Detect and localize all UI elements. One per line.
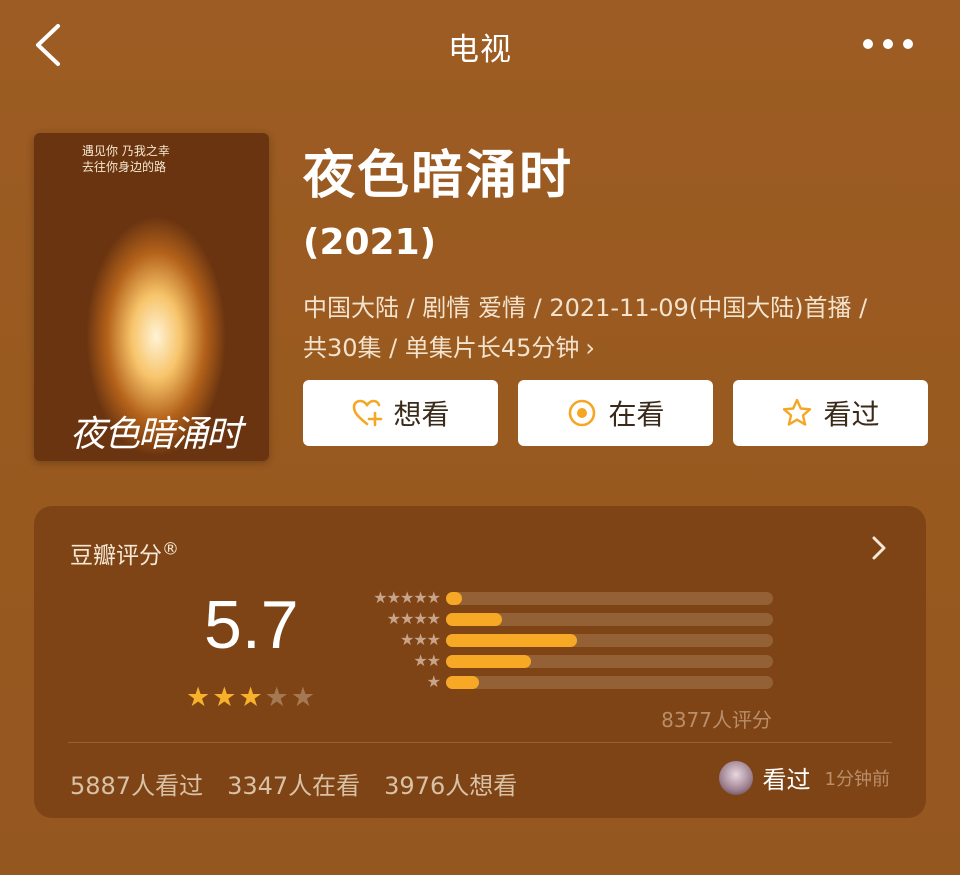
distribution-bar-track xyxy=(446,655,773,668)
heart-plus-icon xyxy=(353,399,383,427)
distribution-bar-fill xyxy=(446,676,479,689)
star-outline-icon xyxy=(783,398,812,426)
watching-button[interactable]: 在看 xyxy=(518,380,713,446)
rating-score: 5.7 xyxy=(204,587,299,663)
show-title: 夜色暗涌时 xyxy=(303,146,574,206)
show-meta-line-2: 共30集 / 单集片长45分钟 xyxy=(303,334,580,362)
recent-label: 看过 xyxy=(762,766,811,794)
distribution-row: ★★★★★ xyxy=(352,588,782,609)
watching-button-label: 在看 xyxy=(608,398,665,431)
avatar xyxy=(718,760,753,795)
stat-watched[interactable]: 5887人看过 xyxy=(70,766,203,801)
distribution-row: ★★★★ xyxy=(352,609,782,630)
rating-count: 8377人评分 xyxy=(661,708,772,732)
action-buttons: 想看 在看 看过 xyxy=(303,380,928,446)
star-icon: ★ xyxy=(212,682,237,713)
rating-card[interactable]: 豆瓣评分® 5.7 ★ ★ ★ ★ ★ ★★★★★ ★★★★ ★★★ ★★ ★ 8377人评分 … xyxy=(34,506,926,818)
want-button-label: 想看 xyxy=(393,398,450,431)
distribution-bar-fill xyxy=(446,592,463,605)
registered-mark: ® xyxy=(162,539,179,560)
distribution-bar-track xyxy=(446,592,773,605)
want-button[interactable]: 想看 xyxy=(303,380,498,446)
page-title: 电视 xyxy=(448,32,512,68)
stat-watching[interactable]: 3347人在看 xyxy=(227,766,360,801)
divider xyxy=(68,742,892,743)
star-icon: ★ xyxy=(186,682,211,713)
distribution-row: ★ xyxy=(352,672,782,693)
poster-image[interactable]: 遇见你 乃我之幸 去往你身边的路 夜色暗涌时 xyxy=(34,133,269,461)
show-meta-line-2-wrap: 共30集 / 单集片长45分钟 › xyxy=(303,328,933,368)
chevron-right-icon[interactable] xyxy=(868,534,890,562)
distribution-row: ★★ xyxy=(352,651,782,672)
poster-tagline: 遇见你 乃我之幸 去往你身边的路 xyxy=(82,143,170,175)
distribution-bar-fill xyxy=(446,634,577,647)
show-info: 夜色暗涌时 (2021) 中国大陆 / 剧情 爱情 / 2021-11-09(中… xyxy=(303,140,943,368)
poster-tagline-line-2: 去往你身边的路 xyxy=(82,160,167,174)
distribution-bar-fill xyxy=(446,655,532,668)
distribution-stars: ★★★★ xyxy=(386,609,441,628)
distribution-bar-track xyxy=(446,676,773,689)
recent-time: 1分钟前 xyxy=(824,768,890,790)
recent-activity[interactable]: 看过 1分钟前 xyxy=(718,760,890,795)
stats-row: 5887人看过 3347人在看 3976人想看 xyxy=(70,766,517,801)
rating-stars: ★ ★ ★ ★ ★ xyxy=(186,684,315,712)
watched-button[interactable]: 看过 xyxy=(733,380,928,446)
show-meta[interactable]: 中国大陆 / 剧情 爱情 / 2021-11-09(中国大陆)首播 / 共30集… xyxy=(303,288,933,368)
stat-want[interactable]: 3976人想看 xyxy=(384,766,517,801)
star-icon: ★ xyxy=(238,682,263,713)
show-meta-line-1: 中国大陆 / 剧情 爱情 / 2021-11-09(中国大陆)首播 / xyxy=(303,294,868,322)
distribution-stars: ★★★ xyxy=(399,630,441,649)
show-year: (2021) xyxy=(303,222,437,263)
watched-button-label: 看过 xyxy=(823,398,880,431)
distribution-bar-track xyxy=(446,634,773,647)
rating-distribution: ★★★★★ ★★★★ ★★★ ★★ ★ xyxy=(352,588,782,693)
star-icon: ★ xyxy=(264,682,289,713)
top-bar: 电视 xyxy=(0,0,960,92)
chevron-right-icon: › xyxy=(585,334,596,362)
distribution-stars: ★ xyxy=(426,672,441,691)
poster-logo: 夜色暗涌时 xyxy=(70,414,242,455)
distribution-stars: ★★★★★ xyxy=(373,588,441,607)
rating-title-text: 豆瓣评分 xyxy=(70,543,162,569)
distribution-bar-fill xyxy=(446,613,502,626)
target-circle-icon xyxy=(569,399,596,427)
distribution-row: ★★★ xyxy=(352,630,782,651)
rating-title: 豆瓣评分® xyxy=(70,536,179,570)
distribution-bar-track xyxy=(446,613,773,626)
poster-tagline-line-1: 遇见你 乃我之幸 xyxy=(82,144,170,158)
more-dots-icon[interactable] xyxy=(860,26,916,62)
distribution-stars: ★★ xyxy=(413,651,441,670)
star-icon: ★ xyxy=(290,682,316,713)
